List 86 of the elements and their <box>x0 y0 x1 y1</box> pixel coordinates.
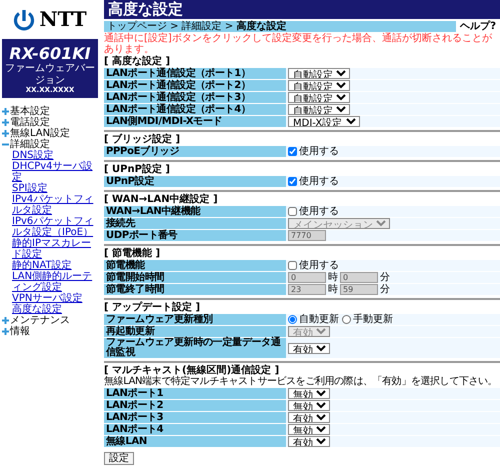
dropdown[interactable]: 自動設定 <box>288 80 350 91</box>
dropdown[interactable]: 無効 <box>288 388 330 399</box>
menu-link[interactable]: 静的IPマスカレード設定 <box>12 238 100 260</box>
dropdown[interactable]: MDI-X設定 <box>288 116 360 127</box>
section-description: 無線LAN端末で特定マルチキャストサービスをご利用の際は、「有効」を選択して下さい。 <box>104 376 498 387</box>
section-title: [ アップデート設定 ] <box>104 302 202 313</box>
setting-label: 再起動更新 <box>104 326 286 337</box>
menu-link[interactable]: DNS設定 <box>12 150 100 162</box>
minus-icon[interactable] <box>2 141 9 148</box>
logo-text: NTT <box>39 8 87 31</box>
setting-label: WAN→LAN中継機能 <box>104 206 286 217</box>
setting-label: LANポート通信設定（ポート4） <box>104 104 286 115</box>
setting-label: 節電機能 <box>104 260 286 271</box>
setting-label: 無線LAN <box>104 436 286 447</box>
dropdown[interactable]: 有効 <box>288 342 330 354</box>
setting-label: 節電開始時間 <box>104 272 286 283</box>
checkbox[interactable] <box>288 261 297 270</box>
model-name: RX-601KI <box>8 45 92 64</box>
menu-link[interactable]: SPI設定 <box>12 183 100 194</box>
menu-link[interactable]: IPv4パケットフィルタ設定 <box>12 194 100 216</box>
radio-button[interactable] <box>342 315 351 324</box>
setting-label: 節電終了時間 <box>104 284 286 295</box>
dropdown[interactable]: 自動設定 <box>288 92 350 103</box>
menu-link[interactable]: IPv6パケットフィルタ設定（IPoE） <box>12 216 100 238</box>
menu-link[interactable]: LAN側静的ルーティング設定 <box>12 271 100 294</box>
checkbox-label: 使用する <box>299 260 339 270</box>
radio-label: 手動更新 <box>353 314 393 324</box>
menu-item[interactable]: 詳細設定 <box>10 139 50 150</box>
setting-label: LANポート4 <box>104 424 286 435</box>
unit-label: 時 <box>328 284 338 294</box>
setting-label: UPnP設定 <box>104 176 286 187</box>
warning-message: 通話中に[設定]ボタンをクリックして設定変更を行った場合、通話が切断されることがあります。 <box>104 33 493 55</box>
section-title: [ WAN→LAN中継設定 ] <box>104 194 219 205</box>
section-title: [ 節電機能 ] <box>104 248 162 259</box>
submit-button[interactable]: 設定 <box>104 452 134 465</box>
menu-item[interactable]: 電話設定 <box>10 117 50 128</box>
setting-label: LANポート1 <box>104 388 286 399</box>
unit-label: 分 <box>380 284 390 294</box>
setting-label: PPPoEブリッジ <box>104 146 286 157</box>
checkbox[interactable] <box>288 207 297 216</box>
checkbox-label: 使用する <box>299 206 339 216</box>
setting-label: LAN側MDI/MDI-Xモード <box>104 116 286 127</box>
menu-link[interactable]: VPNサーバ設定 <box>12 293 100 304</box>
unit-label: 時 <box>328 272 338 282</box>
radio-button[interactable] <box>288 315 297 324</box>
breadcrumb-bar: トップページ > 詳細設定 > 高度な設定 <box>104 21 456 32</box>
logo-icon <box>13 8 36 30</box>
setting-label: UDPポート番号 <box>104 230 286 241</box>
section-title: [ ブリッジ設定 ] <box>104 134 182 145</box>
setting-label: LANポート通信設定（ポート3） <box>104 92 286 103</box>
section-title: [ マルチキャスト(無線区間)通信設定 ] <box>104 365 280 376</box>
setting-label: ファームウェア更新時の一定量データ通信監視 <box>104 338 286 358</box>
setting-label: ファームウェア更新種別 <box>104 314 286 325</box>
dropdown[interactable]: 有効 <box>288 436 330 447</box>
radio-label: 自動更新 <box>299 314 339 324</box>
dropdown[interactable]: 自動設定 <box>288 104 350 115</box>
menu-link[interactable]: 高度な設定 <box>12 304 100 316</box>
setting-label: LANポート3 <box>104 412 286 423</box>
setting-label: LANポート通信設定（ポート1） <box>104 68 286 79</box>
setting-label: LANポート2 <box>104 400 286 411</box>
unit-label: 分 <box>380 272 390 282</box>
menu-item[interactable]: 基本設定 <box>10 106 50 118</box>
menu-item[interactable]: 情報 <box>10 326 30 338</box>
menu-link[interactable]: DHCPv4サーバ設定 <box>12 161 100 184</box>
firmware-label: ファームウェアバージョン <box>4 63 96 86</box>
plus-icon[interactable] <box>2 108 9 116</box>
plus-icon[interactable] <box>2 119 9 126</box>
checkbox[interactable] <box>288 147 297 156</box>
plus-icon[interactable] <box>2 130 9 138</box>
checkbox-label: 使用する <box>299 176 339 186</box>
menu-item[interactable]: メンテナンス <box>10 315 70 326</box>
page-title: 高度な設定 <box>104 0 500 19</box>
setting-label: 接続先 <box>104 218 286 229</box>
menu-item[interactable]: 無線LAN設定 <box>10 128 70 140</box>
menu-link[interactable]: 静的NAT設定 <box>12 260 100 272</box>
checkbox[interactable] <box>288 177 297 186</box>
dropdown[interactable]: 無効 <box>288 400 330 411</box>
dropdown[interactable]: 有効 <box>288 412 330 423</box>
dropdown[interactable]: 無効 <box>288 424 330 435</box>
setting-label: LANポート通信設定（ポート2） <box>104 80 286 91</box>
dropdown[interactable]: 自動設定 <box>288 68 350 79</box>
section-title: [ 高度な設定 ] <box>104 56 172 67</box>
plus-icon[interactable] <box>2 317 9 324</box>
plus-icon[interactable] <box>2 328 9 336</box>
section-title: [ UPnP設定 ] <box>104 164 172 175</box>
checkbox-label: 使用する <box>299 146 339 156</box>
